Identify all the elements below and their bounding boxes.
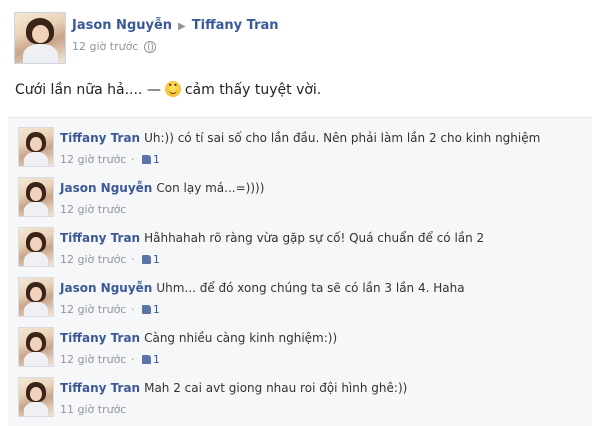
comment-text: Càng nhiều càng kinh nghiệm:)) (144, 331, 338, 345)
comment-meta: 12 giờ trước · 1 (60, 153, 160, 166)
comment-time[interactable]: 12 giờ trước (60, 303, 126, 316)
comment-line: Tiffany Tran Mah 2 cai avt giong nhau roi… (60, 381, 407, 395)
comment-avatar[interactable] (18, 277, 54, 317)
comments-list: Tiffany Tran Uh:)) có tí sai số cho lần đ… (8, 118, 592, 426)
comment-meta: 12 giờ trước · 1 (60, 353, 160, 366)
post-feeling: cảm thấy tuyệt vời. (184, 82, 322, 98)
comment-author-link[interactable]: Jason Nguyễn (60, 181, 152, 195)
comment-author-link[interactable]: Tiffany Tran (60, 231, 140, 245)
like-count[interactable]: 1 (153, 153, 160, 166)
post-message: Cưới lần nữa hả.... — (15, 82, 161, 98)
comment-text: Uhm... để đó xong chúng ta sẽ có lần 3 l… (156, 281, 465, 295)
post-author-avatar[interactable] (14, 12, 66, 64)
globe-icon[interactable] (144, 41, 157, 53)
comment-text: Hâhhahah rõ ràng vừa gặp sự cố! Quá chuẩ… (144, 231, 485, 245)
post-text: Cưới lần nữa hả.... — cảm thấy tuyệt vời. (15, 81, 321, 98)
comment-item: Tiffany Tran Uh:)) có tí sai số cho lần đ… (8, 122, 592, 172)
post-target-link[interactable]: Tiffany Tran (192, 18, 279, 33)
post-author-link[interactable]: Jason Nguyễn (72, 18, 172, 33)
post-timestamp: 12 giờ trước (72, 40, 157, 53)
comment-text: Con lạy má...=)))) (156, 181, 265, 195)
comment-time[interactable]: 12 giờ trước (60, 153, 126, 166)
arrow-right-icon: ▶ (178, 21, 186, 32)
comment-time[interactable]: 11 giờ trước (60, 403, 126, 416)
comment-avatar[interactable] (18, 127, 54, 167)
like-count[interactable]: 1 (153, 253, 160, 266)
like-count[interactable]: 1 (153, 303, 160, 316)
comment-item: Tiffany Tran Mah 2 cai avt giong nhau roi… (8, 372, 592, 422)
comment-author-link[interactable]: Jason Nguyễn (60, 281, 152, 295)
comment-meta: 12 giờ trước · 1 (60, 303, 160, 316)
comment-item: Jason Nguyễn Con lạy má...=)))) 12 giờ tr… (8, 172, 592, 222)
comment-avatar[interactable] (18, 327, 54, 367)
like-icon[interactable] (141, 355, 151, 364)
comment-avatar[interactable] (18, 377, 54, 417)
comment-author-link[interactable]: Tiffany Tran (60, 331, 140, 345)
comment-author-link[interactable]: Tiffany Tran (60, 131, 140, 145)
post-header: Jason Nguyễn ▶ Tiffany Tran (72, 18, 279, 33)
comment-item: Jason Nguyễn Uhm... để đó xong chúng ta s… (8, 272, 592, 322)
comment-text: Uh:)) có tí sai số cho lần đầu. Nên phải… (144, 131, 541, 145)
comment-time[interactable]: 12 giờ trước (60, 253, 126, 266)
comment-meta: 12 giờ trước (60, 203, 126, 216)
comment-meta: 12 giờ trước · 1 (60, 253, 160, 266)
comment-avatar[interactable] (18, 227, 54, 267)
like-icon[interactable] (141, 155, 151, 164)
comment-time[interactable]: 12 giờ trước (60, 353, 126, 366)
like-icon[interactable] (141, 305, 151, 314)
comment-avatar[interactable] (18, 177, 54, 217)
smiley-icon (164, 81, 181, 97)
comment-item: Tiffany Tran Hâhhahah rõ ràng vừa gặp sự … (8, 222, 592, 272)
comment-line: Jason Nguyễn Con lạy má...=)))) (60, 181, 264, 195)
comment-meta: 11 giờ trước (60, 403, 126, 416)
like-icon[interactable] (141, 255, 151, 264)
comment-item: Tiffany Tran Càng nhiều càng kinh nghiệm:… (8, 322, 592, 372)
comment-line: Tiffany Tran Uh:)) có tí sai số cho lần đ… (60, 131, 540, 145)
comment-line: Tiffany Tran Hâhhahah rõ ràng vừa gặp sự … (60, 231, 484, 245)
comment-time[interactable]: 12 giờ trước (60, 203, 126, 216)
comment-line: Jason Nguyễn Uhm... để đó xong chúng ta s… (60, 281, 465, 295)
comment-text: Mah 2 cai avt giong nhau roi đội hình gh… (144, 381, 408, 395)
like-count[interactable]: 1 (153, 353, 160, 366)
comment-line: Tiffany Tran Càng nhiều càng kinh nghiệm:… (60, 331, 337, 345)
post-time-link[interactable]: 12 giờ trước (72, 40, 138, 53)
comment-author-link[interactable]: Tiffany Tran (60, 381, 140, 395)
